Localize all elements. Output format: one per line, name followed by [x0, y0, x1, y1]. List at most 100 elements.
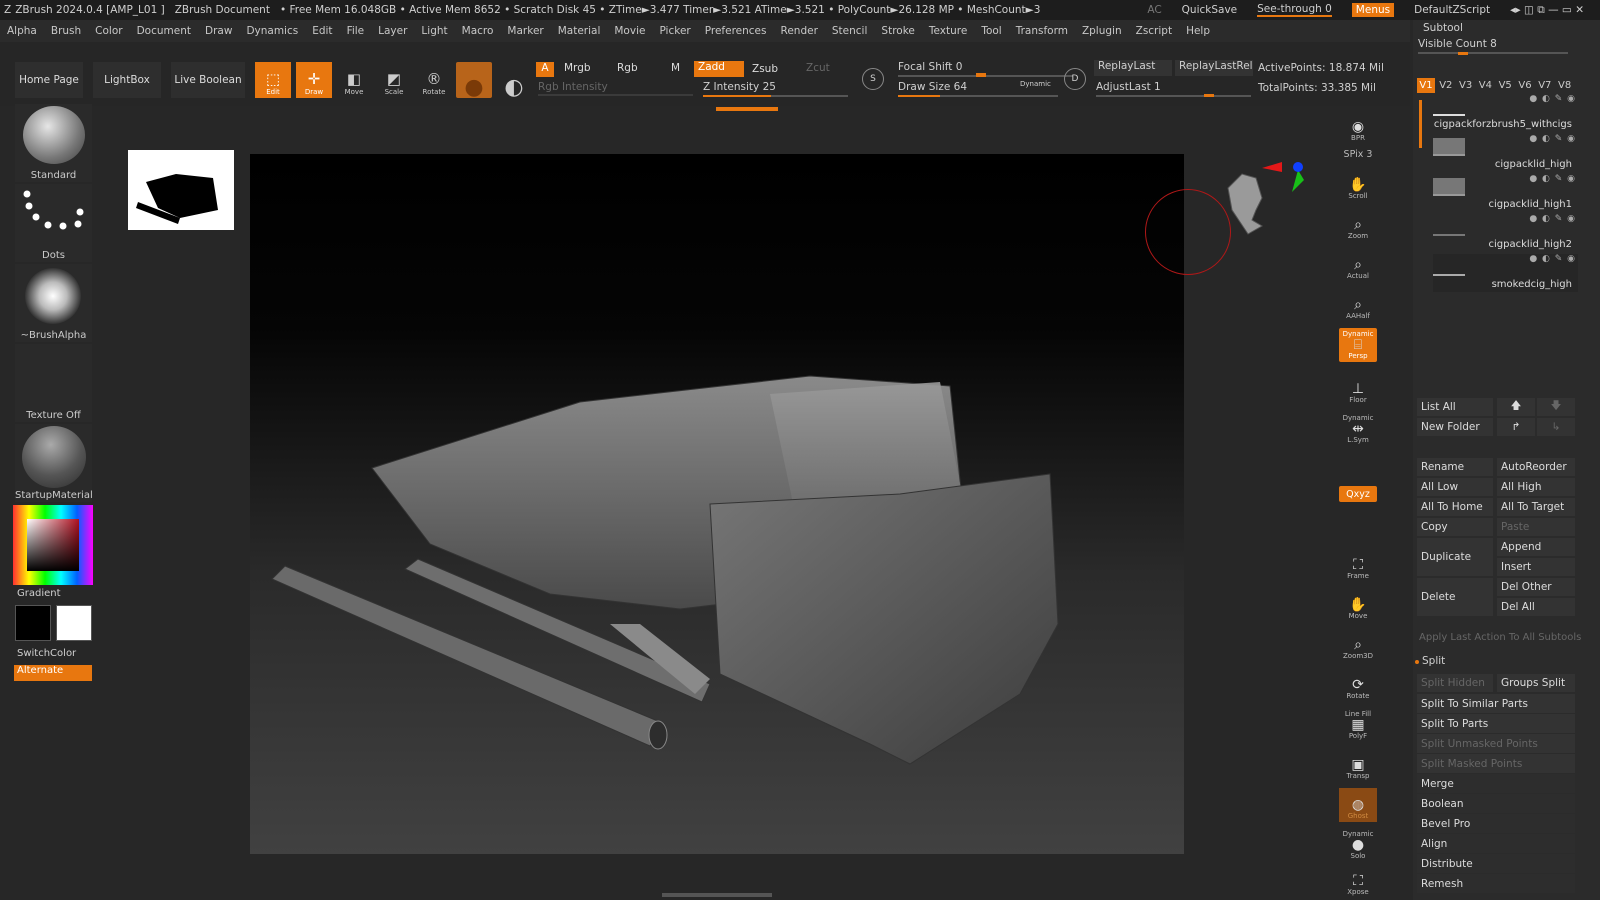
xpose-button[interactable]: ⛶ Xpose [1339, 868, 1377, 898]
subtool-tab-v5[interactable]: V5 [1496, 78, 1514, 93]
material-sphere-button[interactable]: ● [456, 62, 492, 99]
split-similar-button[interactable]: Split To Similar Parts [1417, 694, 1575, 713]
primary-color-swatch[interactable] [15, 605, 51, 641]
paste-button[interactable]: Paste [1497, 518, 1575, 536]
align-section[interactable]: Align [1417, 834, 1575, 853]
dynamic-toggle[interactable]: Dynamic [1020, 80, 1051, 88]
subtool-tab-v7[interactable]: V7 [1536, 78, 1554, 93]
subtool-visibility-icons[interactable]: ● ◐ ✎ ◉ [1529, 134, 1576, 144]
color-picker[interactable] [13, 505, 93, 585]
menus-button[interactable]: Menus [1351, 3, 1395, 17]
split-unmasked-button[interactable]: Split Unmasked Points [1417, 734, 1575, 753]
matcap-sphere-button[interactable]: ◐ [496, 62, 532, 99]
s-sculptris-icon[interactable]: S [862, 68, 884, 90]
split-parts-button[interactable]: Split To Parts [1417, 714, 1575, 733]
subtool-tab-v4[interactable]: V4 [1476, 78, 1494, 93]
replaylastrel-button[interactable]: ReplayLastRel [1175, 60, 1253, 76]
subtool-visibility-icons[interactable]: ● ◐ ✎ ◉ [1529, 174, 1576, 184]
visible-count-slider[interactable]: Visible Count 8 [1418, 38, 1497, 50]
merge-section[interactable]: Merge [1417, 774, 1575, 793]
focal-shift-slider[interactable]: Focal Shift 0 [898, 60, 1073, 77]
menu-zplugin[interactable]: Zplugin [1082, 25, 1122, 37]
subtool-item[interactable]: ● ◐ ✎ ◉ cigpackforzbrush5_withcigs [1433, 94, 1578, 132]
material-button[interactable]: StartupMaterial [15, 424, 93, 502]
zoom-button[interactable]: ⌕ Zoom [1339, 208, 1377, 242]
menu-movie[interactable]: Movie [614, 25, 645, 37]
menu-material[interactable]: Material [558, 25, 601, 37]
new-folder-button[interactable]: New Folder [1417, 418, 1493, 436]
lsym-button[interactable]: Dynamic ⇹ L.Sym [1339, 412, 1377, 446]
zcut-toggle[interactable]: Zcut [806, 62, 830, 74]
subtool-visibility-icons[interactable]: ● ◐ ✎ ◉ [1529, 214, 1576, 224]
remesh-section[interactable]: Remesh [1417, 874, 1575, 893]
subtool-visibility-icons[interactable]: ● ◐ ✎ ◉ [1529, 94, 1576, 104]
rename-button[interactable]: Rename [1417, 458, 1493, 476]
scale-button[interactable]: ◩ Scale [376, 62, 412, 98]
copy-button[interactable]: Copy [1417, 518, 1493, 536]
subtool-item[interactable]: ● ◐ ✎ ◉ cigpacklid_high1 [1433, 174, 1578, 212]
menu-tool[interactable]: Tool [981, 25, 1001, 37]
seethrough-slider[interactable]: See-through 0 [1257, 3, 1332, 17]
z-intensity-slider[interactable]: Z Intensity 25 [703, 80, 848, 97]
insert-button[interactable]: Insert [1497, 558, 1575, 576]
menu-preferences[interactable]: Preferences [705, 25, 767, 37]
color-square[interactable] [27, 519, 79, 571]
delete-button[interactable]: Delete [1417, 578, 1493, 616]
texture-button[interactable]: Texture Off [15, 344, 92, 422]
edit-button[interactable]: ⬚ Edit [255, 62, 291, 98]
folder-action-icon[interactable]: ↱ [1497, 418, 1535, 436]
zoom3d-button[interactable]: ⌕ Zoom3D [1339, 628, 1377, 662]
menu-file[interactable]: File [347, 25, 365, 37]
spix-slider[interactable]: SPix 3 [1339, 146, 1377, 162]
menu-draw[interactable]: Draw [205, 25, 232, 37]
subtool-tab-v1[interactable]: V1 [1417, 78, 1435, 93]
subtool-visibility-icons[interactable]: ● ◐ ✎ ◉ [1529, 254, 1576, 264]
move-up-icon[interactable]: 🡅 [1497, 398, 1535, 416]
d-icon[interactable]: D [1064, 68, 1086, 90]
m-toggle[interactable]: M [671, 62, 680, 74]
menu-brush[interactable]: Brush [51, 25, 81, 37]
rgb-toggle[interactable]: Rgb [617, 62, 638, 74]
transp-button[interactable]: ▣ Transp [1339, 748, 1377, 782]
menu-document[interactable]: Document [137, 25, 191, 37]
list-all-button[interactable]: List All [1417, 398, 1493, 416]
bpr-button[interactable]: ◉ BPR [1339, 110, 1377, 144]
move-button[interactable]: ◧ Move [336, 62, 372, 98]
scroll-button[interactable]: ✋ Scroll [1339, 168, 1377, 202]
split-section-header[interactable]: Split [1422, 655, 1445, 667]
subtool-tab-v2[interactable]: V2 [1437, 78, 1455, 93]
del-all-button[interactable]: Del All [1497, 598, 1575, 616]
subtool-tab-v3[interactable]: V3 [1457, 78, 1475, 93]
polyf-button[interactable]: Line Fill ▦ PolyF [1339, 708, 1377, 742]
replaylast-button[interactable]: ReplayLast [1094, 60, 1172, 76]
switchcolor-button[interactable]: SwitchColor [17, 648, 76, 659]
menu-light[interactable]: Light [421, 25, 447, 37]
navigation-thumbnail[interactable] [128, 150, 234, 230]
subtool-item[interactable]: ● ◐ ✎ ◉ cigpacklid_high [1433, 134, 1578, 172]
rotate-button[interactable]: ® Rotate [416, 62, 452, 98]
menu-help[interactable]: Help [1186, 25, 1210, 37]
distribute-section[interactable]: Distribute [1417, 854, 1575, 873]
menu-zscript[interactable]: Zscript [1136, 25, 1172, 37]
actual-button[interactable]: ⌕ Actual [1339, 248, 1377, 282]
move-view-button[interactable]: ✋ Move [1339, 588, 1377, 622]
menu-edit[interactable]: Edit [312, 25, 332, 37]
subtool-tab-v8[interactable]: V8 [1556, 78, 1574, 93]
adjustlast-slider[interactable]: AdjustLast 1 [1096, 80, 1251, 97]
menu-stencil[interactable]: Stencil [832, 25, 868, 37]
groups-split-button[interactable]: Groups Split [1497, 674, 1575, 692]
boolean-section[interactable]: Boolean [1417, 794, 1575, 813]
frame-button[interactable]: ⛶ Frame [1339, 548, 1377, 582]
solo-button[interactable]: Dynamic ● Solo [1339, 828, 1377, 862]
xyz-button[interactable]: Qxyz [1339, 486, 1377, 502]
menu-render[interactable]: Render [781, 25, 818, 37]
folder-action2-icon[interactable]: ↳ [1537, 418, 1575, 436]
rgb-intensity-slider[interactable]: Rgb Intensity [538, 80, 693, 96]
persp-button[interactable]: Dynamic ⌸ Persp [1339, 328, 1377, 362]
zsub-toggle[interactable]: Zsub [752, 63, 778, 75]
viewport-canvas[interactable] [250, 154, 1231, 854]
menu-picker[interactable]: Picker [659, 25, 690, 37]
standard-brush-button[interactable]: Standard [15, 104, 92, 182]
menu-stroke[interactable]: Stroke [881, 25, 914, 37]
subtool-item[interactable]: ● ◐ ✎ ◉ cigpacklid_high2 [1433, 214, 1578, 252]
